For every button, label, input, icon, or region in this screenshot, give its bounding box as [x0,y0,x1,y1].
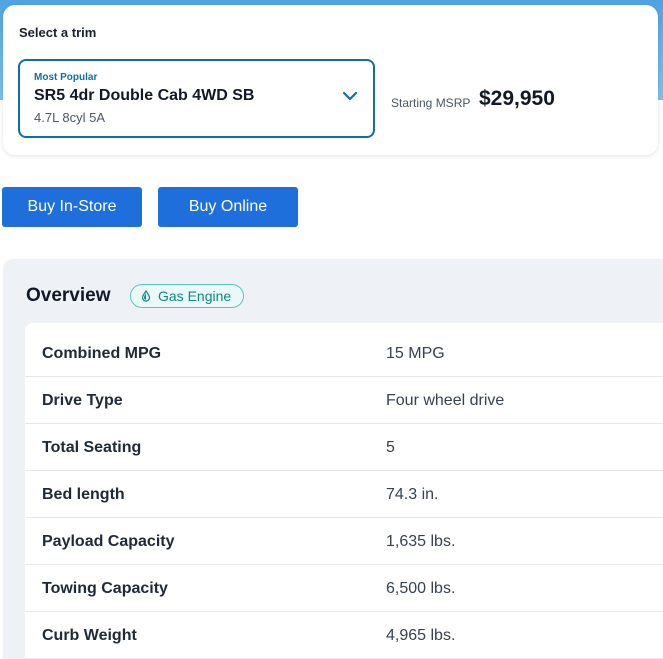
buy-in-store-button[interactable]: Buy In-Store [2,187,142,227]
msrp-label: Starting MSRP [391,96,471,110]
trim-card: Select a trim Most Popular SR5 4dr Doubl… [3,5,658,155]
spec-value: 5 [386,439,395,456]
spec-row: Total Seating 5 [25,424,663,471]
spec-row: Curb Weight 4,965 lbs. [25,612,663,659]
msrp-value: $29,950 [479,87,555,110]
spec-row: Towing Capacity 6,500 lbs. [25,565,663,612]
spec-label: Combined MPG [42,345,162,362]
specs-table: Combined MPG 15 MPG Drive Type Four whee… [25,323,663,659]
spec-value: 74.3 in. [386,486,439,503]
overview-title: Overview [26,285,111,306]
fuel-drop-icon [141,290,151,302]
trim-heading: Select a trim [19,25,97,40]
buy-online-button[interactable]: Buy Online [158,187,298,227]
spec-row: Payload Capacity 1,635 lbs. [25,518,663,565]
spec-label: Total Seating [42,439,142,456]
spec-label: Curb Weight [42,627,137,644]
overview-section: Overview Gas Engine Combined MPG 15 MPG … [3,259,663,659]
spec-row: Drive Type Four wheel drive [25,377,663,424]
engine-type-label: Gas Engine [158,288,232,304]
spec-value: 6,500 lbs. [386,580,456,597]
spec-label: Towing Capacity [42,580,168,597]
spec-value: 1,635 lbs. [386,533,456,550]
spec-label: Drive Type [42,392,123,409]
trim-engine: 4.7L 8cyl 5A [34,110,106,125]
spec-row: Combined MPG 15 MPG [25,330,663,377]
spec-value: 4,965 lbs. [386,627,456,644]
spec-value: 15 MPG [386,345,445,362]
trim-select-dropdown[interactable]: Most Popular SR5 4dr Double Cab 4WD SB 4… [18,59,375,138]
spec-label: Bed length [42,486,125,503]
trim-name: SR5 4dr Double Cab 4WD SB [34,87,255,104]
engine-type-badge: Gas Engine [130,284,244,308]
most-popular-badge: Most Popular [34,72,98,83]
spec-label: Payload Capacity [42,533,175,550]
chevron-down-icon[interactable] [341,87,359,105]
spec-value: Four wheel drive [386,392,505,409]
spec-row: Bed length 74.3 in. [25,471,663,518]
